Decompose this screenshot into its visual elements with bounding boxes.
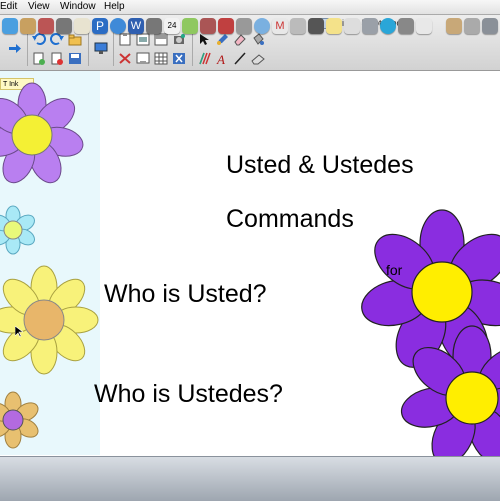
itunes-icon[interactable] xyxy=(254,18,270,34)
app-icon-silver[interactable] xyxy=(290,18,306,34)
app-icon-beige[interactable] xyxy=(74,18,90,34)
slide-title-line2: Commands xyxy=(226,205,354,233)
dock xyxy=(0,456,500,501)
app-icon-red[interactable] xyxy=(38,18,54,34)
skype-icon[interactable] xyxy=(380,18,396,34)
question-ustedes: Who is Ustedes? xyxy=(94,380,283,408)
question-usted: Who is Usted? xyxy=(104,280,267,308)
photo-icon[interactable] xyxy=(182,18,198,34)
app-icon-gray[interactable] xyxy=(56,18,72,34)
app-icon-light[interactable] xyxy=(344,18,360,34)
cyan-flower xyxy=(0,205,35,255)
trash-icon[interactable] xyxy=(482,18,498,34)
safari-icon[interactable] xyxy=(110,18,126,34)
pages-icon[interactable]: P xyxy=(92,18,108,34)
word-icon[interactable]: W xyxy=(128,18,144,34)
orange-flower xyxy=(0,391,39,449)
app-icon-red-2[interactable] xyxy=(218,18,234,34)
documents-stack-icon[interactable] xyxy=(464,18,480,34)
mail-stamp-icon[interactable] xyxy=(20,18,36,34)
partial-text: for xyxy=(386,262,403,278)
app-icon-white[interactable] xyxy=(416,18,432,34)
finder-icon[interactable] xyxy=(2,18,18,34)
flower-drawings xyxy=(0,82,500,465)
app-icon-charcoal[interactable] xyxy=(308,18,324,34)
mail-stamp-icon-2[interactable] xyxy=(446,18,462,34)
app-icon-steel[interactable] xyxy=(362,18,378,34)
app-icon-slate[interactable] xyxy=(398,18,414,34)
notes-icon[interactable] xyxy=(326,18,342,34)
purple-flower-left xyxy=(0,82,84,184)
calendar-icon[interactable]: 24 xyxy=(164,18,180,34)
gmail-icon[interactable]: M xyxy=(272,18,288,34)
system-icon[interactable] xyxy=(236,18,252,34)
yellow-flower xyxy=(0,265,99,375)
app-icon-dark[interactable] xyxy=(146,18,162,34)
slide-title-line1: Usted & Ustedes xyxy=(226,151,414,179)
mouse-cursor-icon xyxy=(15,326,23,338)
app-icon-maroon[interactable] xyxy=(200,18,216,34)
